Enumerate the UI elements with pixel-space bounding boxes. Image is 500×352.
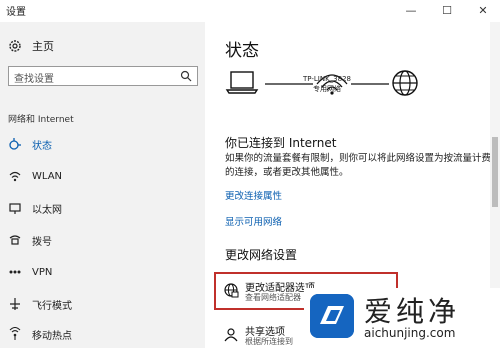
maximize-button[interactable]: ☐ (430, 0, 464, 22)
sidebar-item-vpn[interactable]: VPN (8, 262, 198, 282)
home-link[interactable]: 主页 (8, 38, 54, 54)
network-name: TP-LINK_3828 (303, 75, 351, 83)
watermark-url: aichunjing.com (364, 326, 456, 340)
airplane-icon (10, 298, 20, 310)
wifi-icon (9, 171, 21, 182)
sidebar-item-label: VPN (32, 266, 53, 278)
scrollbar-thumb[interactable] (492, 137, 498, 207)
sidebar-item-label: WLAN (32, 170, 63, 182)
sidebar-item-label: 以太网 (32, 204, 62, 216)
network-type: 专用网络 (313, 85, 341, 93)
watermark: 爱纯净 aichunjing.com (304, 288, 500, 348)
connected-title: 你已连接到 Internet (225, 136, 337, 150)
show-available-networks-link[interactable]: 显示可用网络 (225, 214, 282, 228)
connected-description: 如果你的流量套餐有限制，则你可以将此网络设置为按流量计费的连接，或者更改其他属性… (225, 153, 492, 178)
gear-icon (9, 40, 21, 52)
change-settings-title: 更改网络设置 (225, 248, 298, 262)
sidebar-item-label: 移动热点 (32, 330, 72, 342)
sidebar-item-ethernet[interactable]: 以太网 (8, 198, 198, 218)
search-box[interactable] (8, 66, 198, 88)
sidebar: 主页 网络和 Internet 状态 WLAN 以太网 (0, 22, 205, 348)
window-title: 设置 (6, 7, 26, 18)
close-button[interactable]: ✕ (466, 0, 500, 22)
sidebar-item-label: 拨号 (32, 236, 52, 248)
ethernet-icon (9, 203, 21, 214)
dialup-icon (9, 235, 21, 245)
laptop-icon (225, 71, 259, 94)
title-bar: 设置 — ☐ ✕ (0, 0, 500, 22)
search-input[interactable] (14, 71, 174, 88)
adapter-globe-icon (224, 283, 239, 298)
brand-logo-icon (310, 294, 354, 338)
sidebar-item-wlan[interactable]: WLAN (8, 166, 198, 186)
sidebar-item-hotspot[interactable]: 移动热点 (8, 324, 198, 344)
option-description: 查看网络适配器 (245, 293, 301, 302)
status-icon (9, 138, 21, 150)
page-title: 状态 (225, 41, 259, 61)
sidebar-item-label: 飞行模式 (32, 300, 72, 312)
search-icon (180, 70, 192, 82)
sidebar-item-status[interactable]: 状态 (8, 134, 198, 154)
sidebar-item-airplane[interactable]: 飞行模式 (8, 294, 198, 314)
sidebar-item-label: 状态 (32, 140, 52, 152)
change-connection-properties-link[interactable]: 更改连接属性 (225, 188, 282, 202)
section-title: 网络和 Internet (8, 115, 74, 125)
sidebar-item-dialup[interactable]: 拨号 (8, 230, 198, 250)
option-description: 根据所连接到 (245, 337, 293, 346)
minimize-button[interactable]: — (394, 0, 428, 22)
watermark-brand: 爱纯净 (364, 295, 461, 328)
globe-icon (392, 70, 418, 96)
sharing-icon (224, 328, 238, 342)
hotspot-icon (9, 327, 21, 340)
home-label: 主页 (32, 40, 54, 53)
vpn-icon (9, 270, 21, 274)
